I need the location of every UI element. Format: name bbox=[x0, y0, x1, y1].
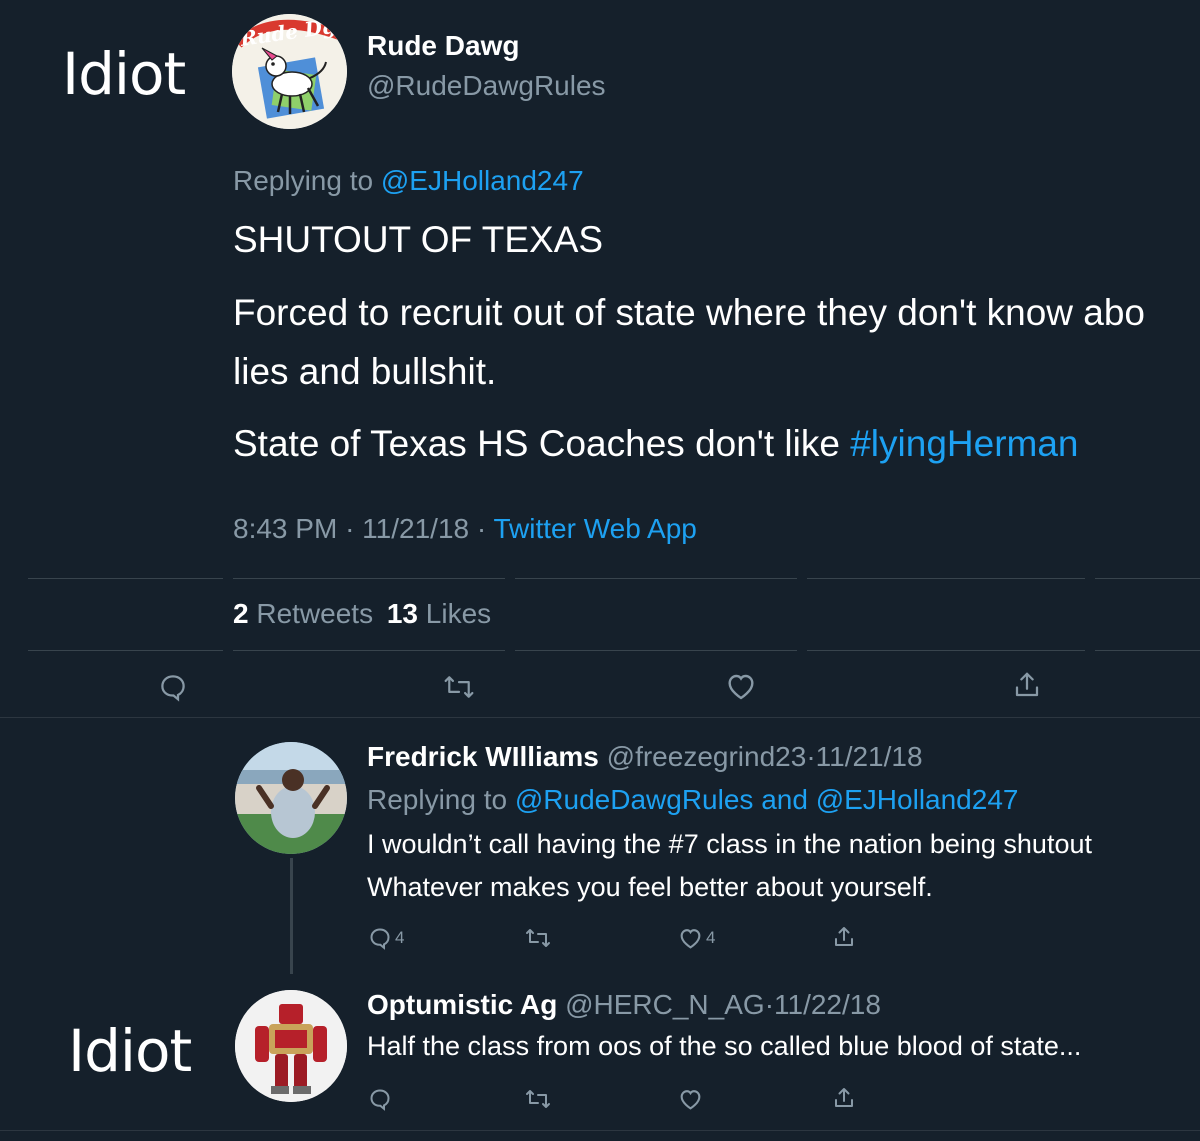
reply-1-date[interactable]: 11/21/18 bbox=[816, 741, 923, 772]
reply-1-replying-to: Replying to @RudeDawgRules and @EJHollan… bbox=[367, 784, 1018, 816]
reply-2-header: Optumistic Ag @HERC_N_AG·11/22/18 bbox=[367, 989, 881, 1021]
like-icon[interactable] bbox=[725, 671, 757, 701]
divider bbox=[807, 578, 1085, 579]
optumistic-ag-avatar[interactable] bbox=[235, 990, 347, 1102]
replying-to-prefix: Replying to bbox=[233, 165, 374, 196]
likes-label[interactable]: Likes bbox=[426, 598, 491, 629]
divider bbox=[515, 650, 797, 651]
meta-separator: · bbox=[764, 989, 775, 1020]
tweet-text-line-3: lies and bullshit. bbox=[233, 351, 497, 392]
reply-2-date[interactable]: 11/22/18 bbox=[774, 989, 881, 1020]
divider bbox=[515, 578, 797, 579]
bottom-divider bbox=[0, 1130, 1200, 1131]
divider bbox=[1095, 578, 1200, 579]
divider bbox=[807, 650, 1085, 651]
reply-icon[interactable] bbox=[158, 672, 188, 702]
retweet-icon[interactable] bbox=[524, 926, 552, 950]
replying-to-link[interactable]: @EJHolland247 bbox=[381, 165, 584, 196]
person-photo-icon bbox=[235, 742, 347, 854]
share-icon[interactable] bbox=[832, 1086, 856, 1110]
replying-to-link-2[interactable]: @EJHolland247 bbox=[816, 784, 1019, 815]
divider bbox=[233, 650, 505, 651]
divider bbox=[28, 578, 223, 579]
reply-icon bbox=[368, 926, 392, 950]
author-handle[interactable]: @RudeDawgRules bbox=[367, 70, 606, 102]
fredrick-williams-avatar[interactable] bbox=[235, 742, 347, 854]
share-icon[interactable] bbox=[832, 925, 856, 949]
retweets-label[interactable]: Retweets bbox=[256, 598, 373, 629]
replying-to-and: and bbox=[761, 784, 808, 815]
reply-1-reply-button[interactable]: 4 bbox=[368, 926, 404, 950]
like-icon[interactable] bbox=[678, 1087, 703, 1111]
tweet-text-line-4: State of Texas HS Coaches don't like #ly… bbox=[233, 423, 1079, 465]
engagement-stats: 2 Retweets 13 Likes bbox=[233, 598, 491, 630]
reply-2-handle[interactable]: @HERC_N_AG bbox=[565, 989, 765, 1020]
replying-to-line: Replying to @EJHolland247 bbox=[233, 165, 584, 197]
retweet-count[interactable]: 2 bbox=[233, 598, 249, 629]
meta-separator: · bbox=[345, 513, 355, 544]
share-icon[interactable] bbox=[1012, 670, 1042, 700]
reply-1-text-line-2: Whatever makes you feel better about you… bbox=[367, 872, 933, 902]
retweet-icon[interactable] bbox=[442, 672, 476, 702]
meta-separator: · bbox=[476, 513, 487, 544]
reply-1-header: Fredrick WIlliams @freezegrind23·11/21/1… bbox=[367, 741, 923, 773]
annotation-label-top: Idiot bbox=[62, 40, 186, 108]
like-icon bbox=[678, 926, 703, 950]
meta-separator: · bbox=[806, 741, 816, 772]
reply-icon[interactable] bbox=[368, 1087, 392, 1111]
tweet-source-link[interactable]: Twitter Web App bbox=[493, 513, 696, 544]
like-count[interactable]: 13 bbox=[387, 598, 418, 629]
replying-to-prefix: Replying to bbox=[367, 784, 508, 815]
robot-toy-icon bbox=[235, 990, 347, 1102]
thread-connector bbox=[290, 858, 293, 974]
reply-1-text-line-1: I wouldn’t call having the #7 class in t… bbox=[367, 829, 1092, 859]
reply-2-text-line-1: Half the class from oos of the so called… bbox=[367, 1031, 1082, 1061]
section-divider bbox=[0, 717, 1200, 718]
tweet-text-line-2: Forced to recruit out of state where the… bbox=[233, 292, 1146, 333]
divider bbox=[1095, 650, 1200, 651]
tweet-time[interactable]: 8:43 PM bbox=[233, 513, 337, 544]
annotation-label-bottom: Idiot bbox=[68, 1017, 192, 1085]
reply-1-display-name[interactable]: Fredrick WIlliams bbox=[367, 741, 599, 772]
divider bbox=[28, 650, 223, 651]
reply-1-handle[interactable]: @freezegrind23 bbox=[607, 741, 807, 772]
reply-2-display-name[interactable]: Optumistic Ag bbox=[367, 989, 557, 1020]
reply-1-like-count: 4 bbox=[706, 928, 716, 947]
reply-1-reply-count: 4 bbox=[395, 928, 405, 947]
author-display-name[interactable]: Rude Dawg bbox=[367, 30, 519, 62]
tweet-text-line-4-prefix: State of Texas HS Coaches don't like bbox=[233, 423, 840, 464]
rude-dawg-avatar[interactable]: Rude Dg bbox=[232, 14, 347, 129]
tweet-meta-line: 8:43 PM · 11/21/18 · Twitter Web App bbox=[233, 513, 697, 545]
tweet-date[interactable]: 11/21/18 bbox=[362, 513, 469, 544]
divider bbox=[233, 578, 505, 579]
reply-1-like-button[interactable]: 4 bbox=[678, 926, 715, 950]
hashtag-link[interactable]: #lyingHerman bbox=[850, 423, 1078, 464]
replying-to-link-1[interactable]: @RudeDawgRules bbox=[515, 784, 754, 815]
tweet-text-line-1: SHUTOUT OF TEXAS bbox=[233, 219, 604, 260]
retweet-icon[interactable] bbox=[524, 1087, 552, 1111]
